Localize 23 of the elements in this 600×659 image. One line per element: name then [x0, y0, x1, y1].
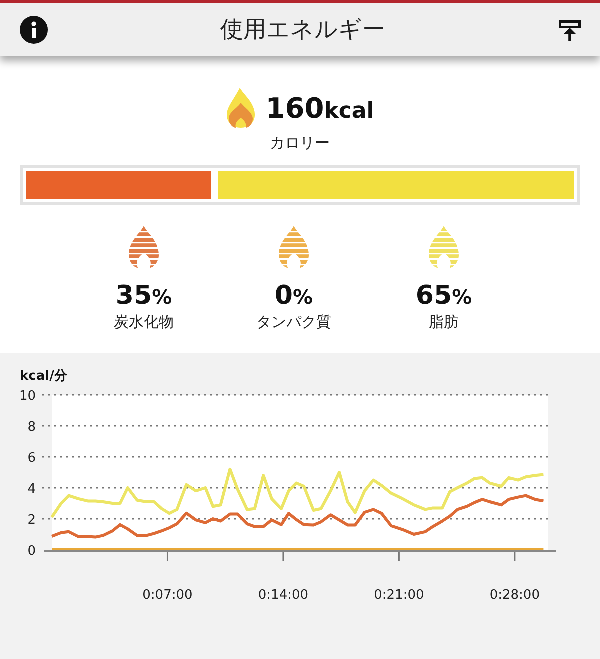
tick-label: 2 [28, 513, 36, 528]
tick-label: 8 [28, 420, 36, 435]
upload-icon[interactable] [558, 18, 582, 42]
calorie-label: カロリー [270, 134, 330, 153]
tick-label: 6 [28, 451, 36, 466]
percent-value: 35% [116, 281, 172, 311]
percent-value: 0% [274, 281, 314, 311]
page-title: 使用エネルギー [220, 16, 386, 45]
macro-label: 炭水化物 [114, 313, 174, 332]
macro-label: 脂肪 [429, 313, 459, 332]
axis-label: kcal/分 [19, 368, 68, 385]
tick-label: 0:21:00 [374, 588, 424, 603]
info-icon[interactable] [20, 16, 48, 44]
tick-label: 0:28:00 [490, 588, 540, 603]
tick-label: 4 [28, 482, 36, 497]
tick-label: 0:14:00 [258, 588, 309, 603]
flame-icon [226, 87, 256, 129]
tick-label: 10 [19, 389, 36, 404]
macro-label: タンパク質 [256, 313, 332, 332]
percent-value: 65% [416, 281, 472, 311]
calorie-value: 160kcal [266, 92, 374, 124]
tick-label: 0 [28, 544, 36, 559]
tick-label: 0:07:00 [142, 588, 193, 603]
